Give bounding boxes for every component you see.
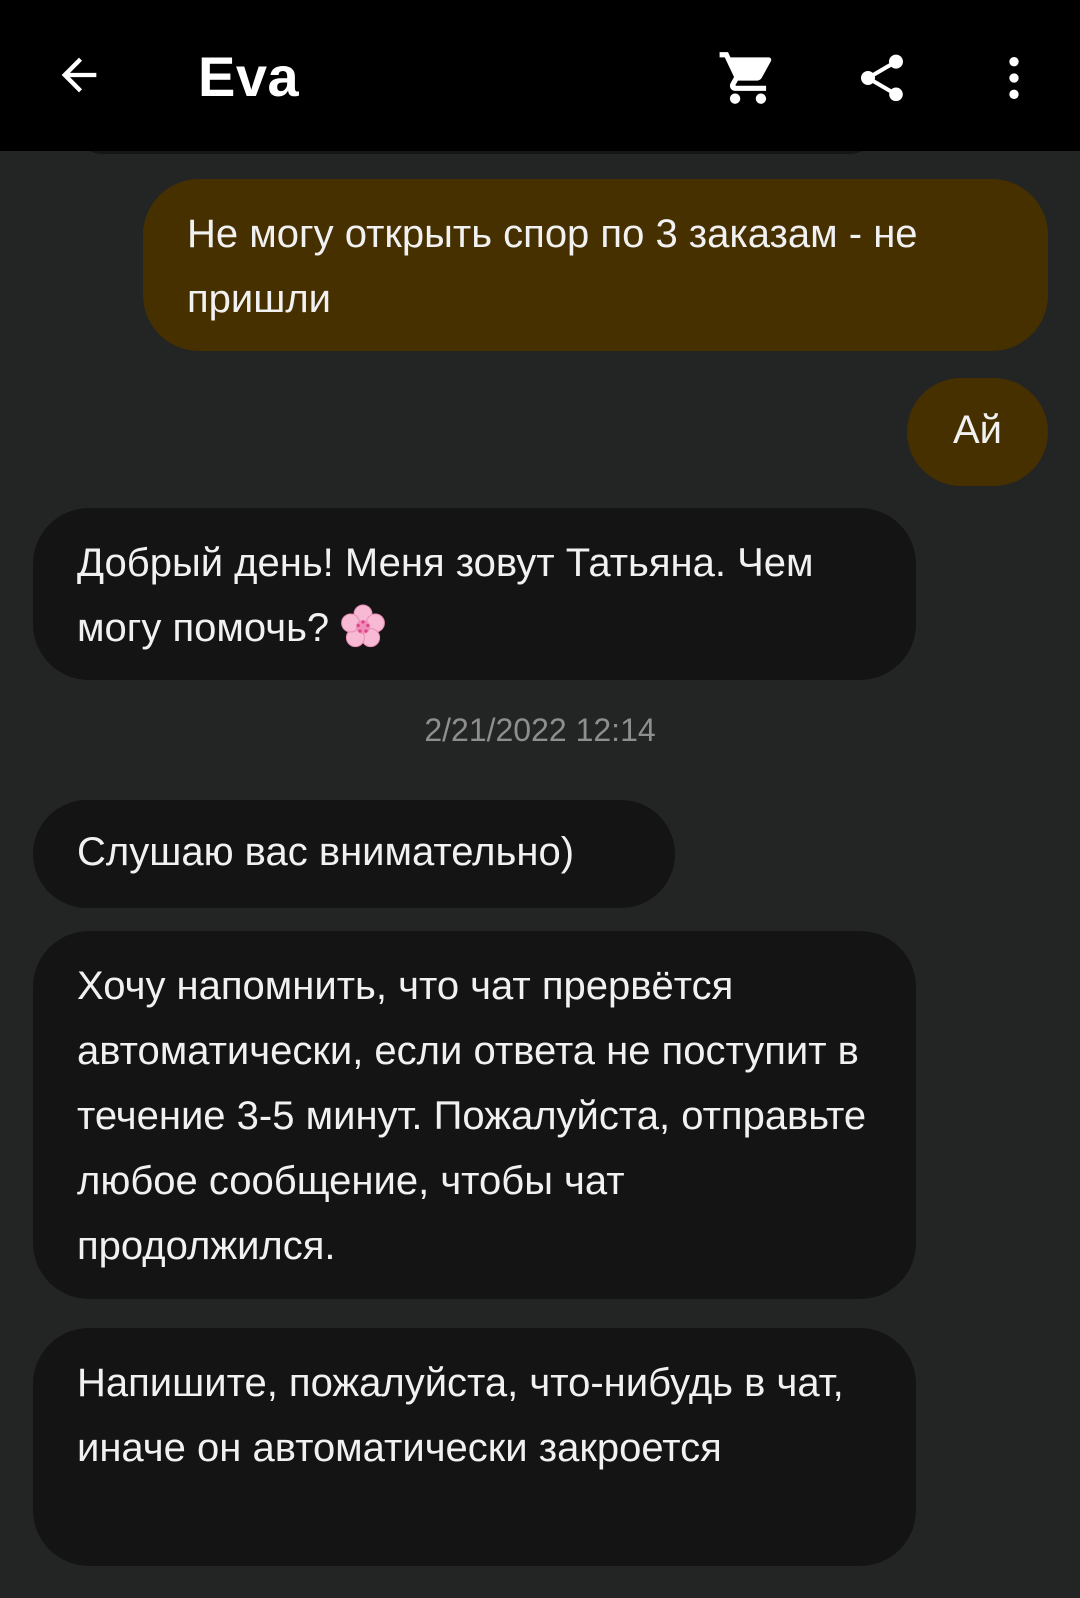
incoming-message: Хочу напомнить, что чат прервётся автома… (33, 931, 916, 1299)
message-text: Напишите, пожалуйста, что-нибудь в чат, … (77, 1361, 844, 1470)
cart-icon (719, 52, 772, 104)
share-button[interactable] (844, 40, 920, 116)
incoming-message: Добрый день! Меня зовут Татьяна. Чем мог… (33, 508, 916, 680)
arrow-left-icon (61, 57, 97, 93)
more-vertical-icon (1009, 57, 1019, 99)
outgoing-message: Ай (907, 378, 1048, 486)
message-text: Добрый день! Меня зовут Татьяна. Чем мог… (77, 541, 814, 650)
chat-screen: Eva Не могу открыть спор по 3 заказам - … (0, 0, 1080, 1598)
cherry-blossom-icon (339, 603, 387, 671)
cart-button[interactable] (710, 40, 786, 116)
outgoing-message: Не могу открыть спор по 3 заказам - не п… (143, 179, 1048, 351)
message-text: Хочу напомнить, что чат прервётся автома… (77, 964, 867, 1268)
message-text: Не могу открыть спор по 3 заказам - не п… (187, 212, 918, 321)
message-text: Ай (952, 408, 1003, 452)
incoming-message: Слушаю вас внимательно) (33, 800, 675, 908)
incoming-message: Напишите, пожалуйста, что-нибудь в чат, … (33, 1328, 916, 1566)
share-icon (861, 54, 903, 102)
message-timestamp: 2/21/2022 12:14 (424, 712, 656, 748)
more-options-button[interactable] (976, 40, 1052, 116)
chat-title: Eva (198, 45, 300, 108)
message-list[interactable]: Не могу открыть спор по 3 заказам - не п… (0, 151, 1080, 1598)
app-bar: Eva (0, 0, 1080, 151)
message-text: Слушаю вас внимательно) (77, 830, 575, 874)
back-button[interactable] (44, 40, 114, 110)
